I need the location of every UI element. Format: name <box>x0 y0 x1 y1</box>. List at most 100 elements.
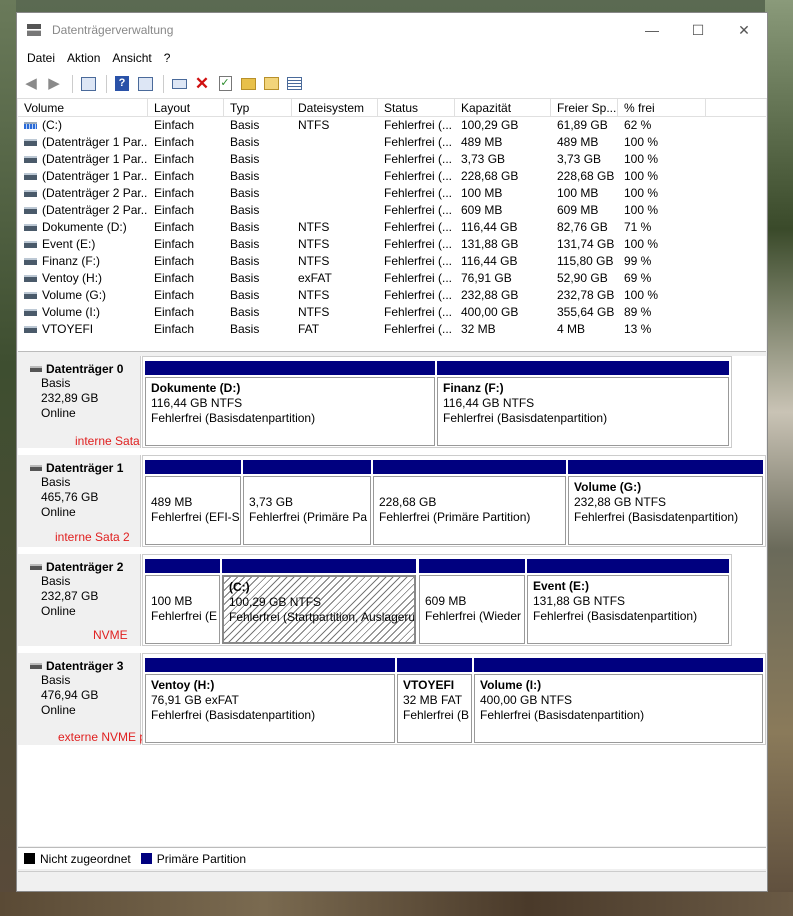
disk-name: Datenträger 1 <box>46 461 124 475</box>
partition-label: Event (E:) <box>533 579 590 593</box>
table-row[interactable]: Event (E:) Einfach Basis NTFS Fehlerfrei (..… <box>18 236 766 253</box>
col-status[interactable]: Status <box>378 99 455 117</box>
partition-status: Fehlerfrei (E <box>151 609 218 623</box>
col-layout[interactable]: Layout <box>148 99 224 117</box>
cell-typ: Basis <box>230 322 260 336</box>
cell-status: Fehlerfrei (... <box>384 135 453 149</box>
search-folder-icon[interactable] <box>261 74 281 94</box>
table-row[interactable]: Ventoy (H:) Einfach Basis exFAT Fehlerfrei (… <box>18 270 766 287</box>
back-arrow-icon[interactable]: ◀ <box>21 74 41 94</box>
partition[interactable]: 228,68 GB Fehlerfrei (Primäre Partition) <box>373 460 566 545</box>
cell-fs: NTFS <box>298 254 330 268</box>
cell-name: Dokumente (D:) <box>18 219 148 236</box>
partition[interactable]: 489 MB Fehlerfrei (EFI-S <box>145 460 241 545</box>
volume-icon <box>24 275 37 283</box>
partition[interactable]: VTOYEFI 32 MB FAT Fehlerfrei (B <box>397 658 472 743</box>
close-icon[interactable]: ✕ <box>721 13 767 47</box>
disk-1: Datenträger 1 Basis 465,76 GB Online int… <box>18 455 766 549</box>
cell-layout: Einfach <box>154 118 195 132</box>
menu-datei[interactable]: Datei <box>21 51 61 65</box>
cell-name: (Datenträger 1 Par... <box>18 134 148 151</box>
cell-name: VTOYEFI <box>18 321 148 338</box>
disk-type: Basis <box>41 376 71 390</box>
check-icon[interactable]: ✓ <box>215 74 235 94</box>
partition-size: 228,68 GB <box>379 495 437 509</box>
cell-pct: 62 % <box>624 118 652 132</box>
table-row[interactable]: (C:) Einfach Basis NTFS Fehlerfrei (... 100,2… <box>18 117 766 134</box>
volume-name: (Datenträger 2 Par... <box>42 203 148 217</box>
col-dateisystem[interactable]: Dateisystem <box>292 99 378 117</box>
cell-cap: 32 MB <box>461 322 496 336</box>
partition-strip: Ventoy (H:) 76,91 GB exFAT Fehlerfrei (Bas… <box>142 653 766 745</box>
table-row[interactable]: (Datenträger 2 Par... Einfach Basis Fehlerf… <box>18 185 766 202</box>
volume-name: Volume (I:) <box>42 305 101 319</box>
partition-label <box>249 480 370 495</box>
table-row[interactable]: Volume (G:) Einfach Basis NTFS Fehlerfrei (.… <box>18 287 766 304</box>
col-kapazitaet[interactable]: Kapazität <box>455 99 551 117</box>
connect-drive-icon[interactable] <box>169 74 189 94</box>
title-bar[interactable]: Datenträgerverwaltung — ☐ ✕ <box>17 13 767 47</box>
table-row[interactable]: (Datenträger 1 Par... Einfach Basis Fehlerf… <box>18 134 766 151</box>
cell-pct: 71 % <box>624 220 652 234</box>
cell-status: Fehlerfrei (... <box>384 169 453 183</box>
partition-status: Fehlerfrei (Basisdatenpartition) <box>574 510 739 524</box>
volume-icon <box>24 173 37 181</box>
table-row[interactable]: Finanz (F:) Einfach Basis NTFS Fehlerfrei (.… <box>18 253 766 270</box>
menu-ansicht[interactable]: Ansicht <box>106 51 157 65</box>
table-row[interactable]: VTOYEFI Einfach Basis FAT Fehlerfrei (... 32 … <box>18 321 766 338</box>
col-prozent-frei[interactable]: % frei <box>618 99 706 117</box>
table-row[interactable]: (Datenträger 1 Par... Einfach Basis Fehlerf… <box>18 151 766 168</box>
partition[interactable]: Event (E:) 131,88 GB NTFS Fehlerfrei (Basi… <box>527 559 729 644</box>
maximize-icon[interactable]: ☐ <box>675 13 721 47</box>
cell-free: 232,78 GB <box>557 288 615 302</box>
partition[interactable]: Volume (G:) 232,88 GB NTFS Fehlerfrei (Bas… <box>568 460 763 545</box>
minimize-icon[interactable]: — <box>629 13 675 47</box>
menu-aktion[interactable]: Aktion <box>61 51 106 65</box>
partition-system-c[interactable]: (C:) 100,29 GB NTFS Fehlerfrei (Startparti… <box>222 559 416 644</box>
cell-cap: 116,44 GB <box>461 220 518 234</box>
partition-status: Fehlerfrei (Basisdatenpartition) <box>480 708 645 722</box>
partition[interactable]: Dokumente (D:) 116,44 GB NTFS Fehlerfrei (… <box>145 361 435 446</box>
partition-size: 100,29 GB NTFS <box>229 595 322 609</box>
table-row[interactable]: (Datenträger 2 Par... Einfach Basis Fehlerf… <box>18 202 766 219</box>
col-freier-speicher[interactable]: Freier Sp... <box>551 99 618 117</box>
forward-arrow-icon[interactable]: ▶ <box>44 74 64 94</box>
menu-help[interactable]: ? <box>158 51 177 65</box>
cell-status: Fehlerfrei (... <box>384 152 453 166</box>
cell-free: 61,89 GB <box>557 118 608 132</box>
col-volume[interactable]: Volume <box>18 99 148 117</box>
disk-state: Online <box>41 703 76 717</box>
partition[interactable]: Finanz (F:) 116,44 GB NTFS Fehlerfrei (Bas… <box>437 361 729 446</box>
table-row[interactable]: (Datenträger 1 Par... Einfach Basis Fehlerf… <box>18 168 766 185</box>
partition[interactable]: Volume (I:) 400,00 GB NTFS Fehlerfrei (Bas… <box>474 658 763 743</box>
partition[interactable]: 609 MB Fehlerfrei (Wieder <box>419 559 525 644</box>
partition-status: Fehlerfrei (Wieder <box>425 609 522 623</box>
partition[interactable]: Ventoy (H:) 76,91 GB exFAT Fehlerfrei (Bas… <box>145 658 395 743</box>
help-icon[interactable]: ? <box>112 74 132 94</box>
desktop-background-left <box>0 0 16 916</box>
folder-up-icon[interactable] <box>238 74 258 94</box>
cell-fs: NTFS <box>298 288 330 302</box>
cell-free: 100 MB <box>557 186 599 200</box>
table-row[interactable]: Dokumente (D:) Einfach Basis NTFS Fehlerfrei… <box>18 219 766 236</box>
console-tree-icon[interactable] <box>78 74 98 94</box>
delete-icon[interactable]: ✕ <box>192 74 212 94</box>
list-view-icon[interactable] <box>284 74 304 94</box>
properties-icon[interactable] <box>135 74 155 94</box>
toolbar: ◀ ▶ ? ✕ ✓ <box>17 69 767 99</box>
partition[interactable]: 100 MB Fehlerfrei (E <box>145 559 220 644</box>
disk-graphical-view: Datenträger 0 Basis 232,89 GB Online int… <box>18 356 766 846</box>
cell-pct: 89 % <box>624 305 652 319</box>
cell-pct: 100 % <box>624 152 659 166</box>
window-controls: — ☐ ✕ <box>629 13 767 47</box>
disk-type: Basis <box>41 475 71 489</box>
partition-size: 3,73 GB <box>249 495 294 509</box>
partition[interactable]: 3,73 GB Fehlerfrei (Primäre Pa <box>243 460 371 545</box>
col-typ[interactable]: Typ <box>224 99 292 117</box>
cell-typ: Basis <box>230 305 260 319</box>
cell-layout: Einfach <box>154 220 195 234</box>
cell-free: 489 MB <box>557 135 599 149</box>
cell-pct: 13 % <box>624 322 652 336</box>
partition-status: Fehlerfrei (Basisdatenpartition) <box>533 609 698 623</box>
table-row[interactable]: Volume (I:) Einfach Basis NTFS Fehlerfrei (.… <box>18 304 766 321</box>
